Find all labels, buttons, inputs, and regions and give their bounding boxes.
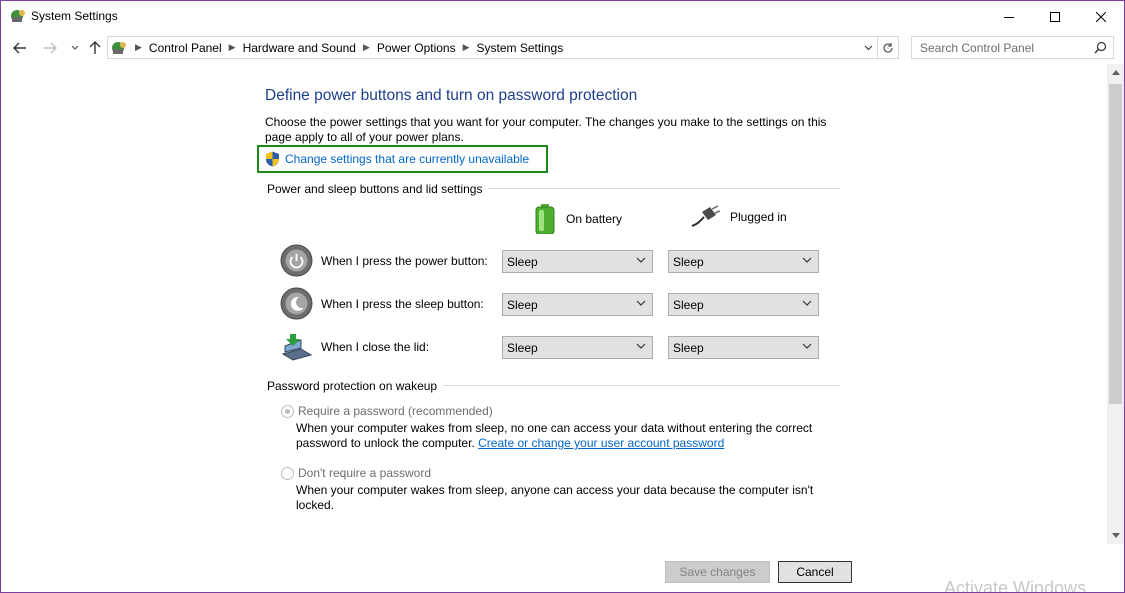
cancel-button[interactable]: Cancel [778, 561, 852, 583]
close-lid-battery-select[interactable]: Sleep [502, 336, 653, 359]
plugged-in-header: Plugged in [690, 204, 787, 230]
sleep-button-plugged-select[interactable]: Sleep [668, 293, 819, 316]
select-value: Sleep [673, 340, 704, 355]
search-icon [1094, 41, 1107, 54]
chevron-down-icon [864, 45, 872, 50]
chevron-right-icon: ▶ [135, 42, 142, 52]
chevron-down-icon [636, 257, 646, 263]
close-lid-label: When I close the lid: [321, 340, 430, 354]
chevron-down-icon [802, 343, 812, 349]
breadcrumb-system-settings[interactable]: System Settings [477, 41, 564, 55]
up-arrow-icon [89, 41, 101, 54]
chevron-down-icon [636, 300, 646, 306]
on-battery-label: On battery [566, 212, 623, 226]
require-password-label: Require a password (recommended) [298, 404, 493, 418]
no-password-description: When your computer wakes from sleep, any… [296, 483, 814, 512]
radio-button-selected[interactable] [281, 404, 294, 418]
close-lid-plugged-select[interactable]: Sleep [668, 336, 819, 359]
page-title: Define power buttons and turn on passwor… [265, 87, 638, 104]
power-options-icon [11, 10, 25, 22]
require-password-description: When your computer wakes from sleep, no … [296, 421, 826, 451]
back-arrow-icon [13, 42, 26, 54]
chevron-down-icon [71, 45, 79, 50]
control-panel-icon [112, 41, 126, 54]
power-button-label: When I press the power button: [321, 254, 488, 268]
chevron-up-icon [1111, 70, 1120, 75]
maximize-button[interactable] [1032, 1, 1078, 32]
uac-shield-icon [266, 151, 279, 167]
maximize-icon [1050, 11, 1060, 22]
no-password-label: Don't require a password [298, 466, 432, 480]
select-value: Sleep [673, 254, 704, 269]
power-button-battery-select[interactable]: Sleep [502, 250, 653, 273]
power-plug-icon [691, 205, 720, 227]
chevron-down-icon [1111, 533, 1120, 538]
breadcrumb-power-options[interactable]: Power Options [377, 41, 456, 55]
on-battery-header: On battery [534, 204, 622, 234]
address-dropdown-button[interactable] [859, 37, 877, 58]
power-button-icon [280, 244, 313, 277]
select-value: Sleep [507, 254, 538, 269]
refresh-button[interactable] [878, 36, 899, 59]
buttons-group-title: Power and sleep buttons and lid settings [267, 182, 489, 196]
system-settings-window: System Settings ▶ Control Panel ▶ Hardwa… [0, 0, 1125, 593]
search-placeholder: Search Control Panel [920, 40, 1035, 55]
sleep-button-icon [280, 287, 313, 320]
save-changes-button[interactable]: Save changes [665, 561, 770, 583]
radio-button[interactable] [281, 466, 294, 480]
sleep-button-label: When I press the sleep button: [321, 297, 484, 311]
scroll-down-button[interactable] [1107, 527, 1124, 544]
password-group-title: Password protection on wakeup [267, 379, 444, 393]
navigation-bar: ▶ Control Panel ▶ Hardware and Sound ▶ P… [1, 32, 1124, 64]
plugged-in-label: Plugged in [730, 210, 787, 224]
up-button[interactable] [85, 38, 105, 58]
close-icon [1096, 11, 1106, 22]
power-button-plugged-select[interactable]: Sleep [668, 250, 819, 273]
minimize-icon [1004, 16, 1014, 18]
breadcrumb-control-panel[interactable]: Control Panel [149, 41, 222, 55]
search-box[interactable]: Search Control Panel [911, 36, 1114, 59]
vertical-scrollbar[interactable] [1107, 64, 1124, 544]
window-title: System Settings [31, 9, 118, 23]
forward-arrow-icon [44, 42, 57, 54]
refresh-icon [883, 42, 893, 53]
create-password-link[interactable]: Create or change your user account passw… [478, 436, 724, 450]
activation-watermark: Activate Windows [944, 578, 1087, 593]
select-value: Sleep [507, 340, 538, 355]
recent-locations-button[interactable] [65, 38, 85, 58]
page-description: Choose the power settings that you want … [265, 115, 827, 144]
scroll-up-button[interactable] [1107, 64, 1124, 81]
no-password-radio[interactable]: Don't require a password [281, 466, 431, 480]
battery-icon [535, 204, 555, 234]
forward-button[interactable] [40, 38, 60, 58]
require-password-radio[interactable]: Require a password (recommended) [281, 404, 493, 418]
chevron-right-icon[interactable]: ▶ [463, 42, 470, 53]
chevron-down-icon [636, 343, 646, 349]
chevron-right-icon[interactable]: ▶ [229, 42, 236, 53]
change-unavailable-settings-link[interactable]: Change settings that are currently unava… [257, 145, 548, 173]
breadcrumb-hardware-and-sound[interactable]: Hardware and Sound [243, 41, 356, 55]
change-settings-link-text[interactable]: Change settings that are currently unava… [285, 152, 529, 166]
close-button[interactable] [1078, 1, 1124, 32]
address-bar[interactable]: ▶ Control Panel ▶ Hardware and Sound ▶ P… [107, 36, 878, 59]
title-bar[interactable]: System Settings [1, 1, 1124, 32]
minimize-button[interactable] [986, 1, 1032, 32]
back-button[interactable] [10, 38, 30, 58]
select-value: Sleep [507, 297, 538, 312]
chevron-down-icon [802, 300, 812, 306]
select-value: Sleep [673, 297, 704, 312]
chevron-right-icon[interactable]: ▶ [363, 42, 370, 53]
sleep-button-battery-select[interactable]: Sleep [502, 293, 653, 316]
scrollbar-thumb[interactable] [1109, 84, 1122, 404]
laptop-lid-icon [281, 334, 313, 361]
chevron-down-icon [802, 257, 812, 263]
